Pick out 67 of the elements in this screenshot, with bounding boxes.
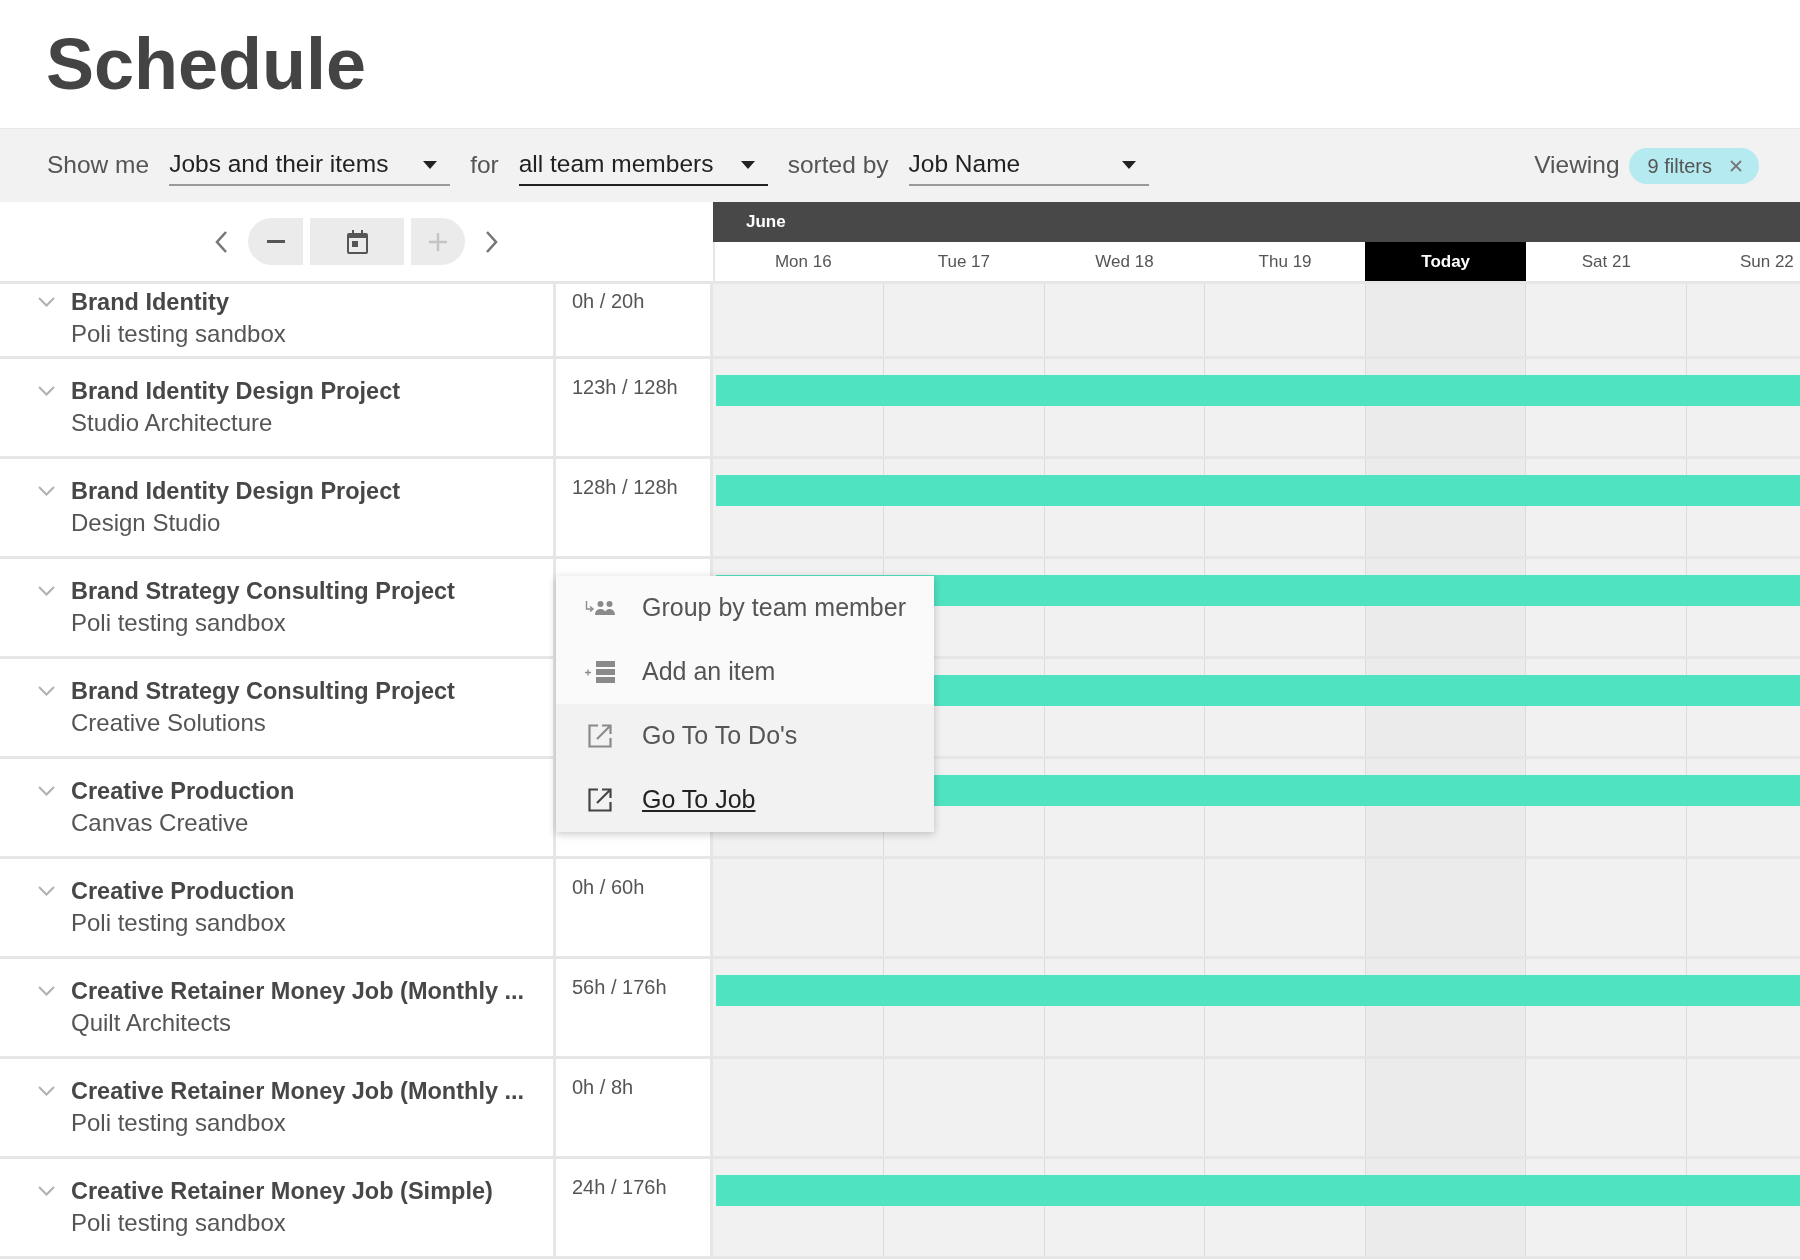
menu-item[interactable]: Group by team member [556, 576, 934, 640]
client-name: Quilt Architects [71, 1008, 233, 1038]
page-title: Schedule [46, 28, 367, 100]
client-name: Poli testing sandbox [71, 1208, 287, 1238]
day-header: Today [1365, 242, 1526, 281]
job-name: Creative Production [71, 877, 295, 906]
menu-item[interactable]: Go To To Do's [556, 704, 934, 768]
hours-text: 56h / 176h [572, 976, 667, 998]
caret-icon [423, 160, 438, 169]
hours-text: 0h / 20h [572, 290, 645, 312]
client-name: Studio Architecture [71, 408, 274, 438]
add-rows-icon [584, 661, 616, 683]
filter-label: sorted by [787, 150, 889, 181]
hours-text: 0h / 8h [572, 1076, 634, 1098]
job-name: Brand Identity Design Project [71, 477, 401, 506]
caret-icon [740, 160, 755, 169]
filter-chip[interactable]: 9 filters [1628, 147, 1759, 184]
plus-icon [429, 232, 447, 251]
job-name: Brand Strategy Consulting Project [71, 577, 455, 606]
client-name: Poli testing sandbox [71, 319, 286, 349]
dropdown[interactable]: Job Name [908, 145, 1149, 186]
hours-text: 123h / 128h [572, 376, 678, 398]
chevron-down-icon[interactable] [38, 986, 55, 996]
client-name: Canvas Creative [71, 808, 250, 838]
job-name: Creative Production [71, 777, 295, 806]
chevron-down-icon[interactable] [38, 886, 55, 896]
dropdown[interactable]: all team members [518, 145, 768, 186]
chevron-down-icon[interactable] [38, 297, 55, 307]
close-icon[interactable] [1730, 159, 1742, 172]
filter-label: for [470, 150, 499, 181]
chevron-down-icon[interactable] [38, 686, 55, 696]
month-label: June [746, 211, 786, 234]
client-name: Design Studio [71, 508, 222, 538]
caret-icon [1121, 160, 1136, 169]
job-name: Brand Identity [71, 288, 230, 317]
job-name: Creative Retainer Money Job (Monthly ... [71, 1077, 525, 1106]
chevron-down-icon[interactable] [38, 1186, 55, 1196]
job-name: Creative Retainer Money Job (Simple) [71, 1177, 493, 1206]
chevron-left-icon[interactable] [214, 229, 228, 254]
minus-icon [266, 240, 285, 243]
client-name: Poli testing sandbox [71, 608, 287, 638]
external-link-icon [588, 788, 612, 812]
calendar-icon [346, 229, 368, 254]
external-link-icon [588, 724, 612, 748]
hours-text: 24h / 176h [572, 1176, 667, 1198]
job-name: Brand Identity Design Project [71, 377, 401, 406]
client-name: Poli testing sandbox [71, 908, 287, 938]
chevron-down-icon[interactable] [38, 786, 55, 796]
chevron-down-icon[interactable] [38, 386, 55, 396]
dropdown[interactable]: Jobs and their items [169, 145, 451, 186]
zoom-out-button[interactable] [248, 218, 303, 265]
viewing-label: Viewing [1534, 150, 1620, 181]
chevron-down-icon[interactable] [38, 486, 55, 496]
chevron-down-icon[interactable] [38, 1086, 55, 1096]
client-name: Creative Solutions [71, 708, 267, 738]
filter-label: Show me [47, 150, 150, 181]
hours-text: 0h / 60h [572, 876, 645, 898]
people-icon [584, 600, 616, 616]
client-name: Poli testing sandbox [71, 1108, 287, 1138]
hours-text: 128h / 128h [572, 476, 678, 498]
today-button[interactable] [310, 218, 404, 265]
job-name: Brand Strategy Consulting Project [71, 677, 455, 706]
chevron-right-icon[interactable] [485, 229, 499, 254]
menu-item[interactable]: Go To Job [556, 768, 934, 832]
job-name: Creative Retainer Money Job (Monthly ... [71, 977, 525, 1006]
chevron-down-icon[interactable] [38, 586, 55, 596]
menu-item[interactable]: Add an item [556, 640, 934, 704]
